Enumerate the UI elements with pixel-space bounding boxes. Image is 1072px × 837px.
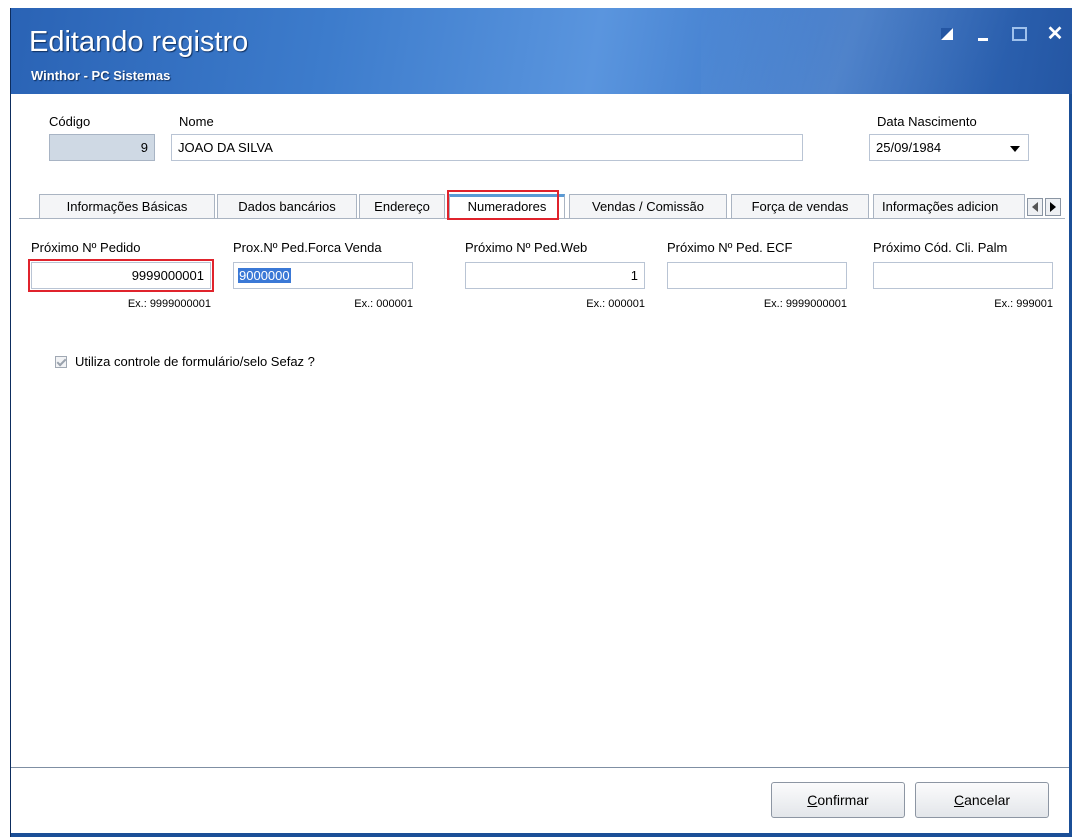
nome-field[interactable]: JOAO DA SILVA [171,134,803,161]
window-controls: ✕ [939,23,1064,45]
editor-window: Editando registro Winthor - PC Sistemas … [10,8,1072,837]
tab-scroll-right[interactable] [1045,198,1061,216]
restore-icon [941,28,953,40]
arrow-left-icon [1032,202,1038,212]
tab-dados-bancarios[interactable]: Dados bancários [217,194,357,218]
cli-palm-example: Ex.: 999001 [994,298,1053,310]
close-icon: ✕ [1046,23,1064,45]
nascimento-label: Data Nascimento [877,114,977,129]
tab-divider [19,218,1065,219]
tab-endereco[interactable]: Endereço [359,194,445,218]
tab-numeradores[interactable]: Numeradores [449,194,565,218]
window-body: Código 9 Nome JOAO DA SILVA Data Nascime… [11,94,1069,833]
nascimento-dropdown[interactable]: 25/09/1984 [869,134,1029,161]
maximize-button[interactable] [1011,26,1027,42]
proximo-pedido-input[interactable]: 9999000001 [31,262,211,289]
confirmar-mnemonic: C [807,792,818,808]
sefaz-checkbox-label: Utiliza controle de formulário/selo Sefa… [75,354,315,369]
forca-venda-value: 9000000 [238,268,291,283]
forca-venda-input[interactable]: 9000000 [233,262,413,289]
confirmar-button[interactable]: Confirmar [771,782,905,818]
minimize-button[interactable] [975,26,991,42]
tab-vendas-comissao[interactable]: Vendas / Comissão [569,194,727,218]
window-title: Editando registro [29,26,249,58]
restore-button[interactable] [939,26,955,42]
sefaz-checkbox[interactable] [55,356,67,368]
minimize-icon [978,37,988,41]
confirmar-label: onfirmar [817,792,869,808]
chevron-down-icon [1010,146,1020,152]
cli-palm-input[interactable] [873,262,1053,289]
codigo-label: Código [49,114,91,129]
proximo-pedido-label: Próximo Nº Pedido [31,240,141,255]
tab-informacoes-basicas[interactable]: Informações Básicas [39,194,215,218]
cli-palm-label: Próximo Cód. Cli. Palm [873,240,1008,255]
window-subtitle: Winthor - PC Sistemas [31,68,171,83]
forca-venda-example: Ex.: 000001 [354,298,413,310]
close-button[interactable]: ✕ [1046,23,1064,45]
cancelar-mnemonic: C [953,792,965,808]
codigo-field[interactable]: 9 [49,134,155,161]
nome-label: Nome [179,114,214,129]
pedido-web-example: Ex.: 000001 [586,298,645,310]
tab-informacoes-adicionais[interactable]: Informações adicion [873,194,1025,218]
pedido-ecf-example: Ex.: 9999000001 [763,298,847,310]
cancelar-button[interactable]: Cancelar [915,782,1049,818]
forca-venda-label: Prox.Nº Ped.Forca Venda [233,240,382,255]
tab-scroll-left[interactable] [1027,198,1043,216]
pedido-web-input[interactable]: 1 [465,262,645,289]
cancelar-label: ancelar [964,792,1011,808]
proximo-pedido-example: Ex.: 9999000001 [127,298,211,310]
tab-forca-de-vendas[interactable]: Força de vendas [731,194,869,218]
nascimento-value: 25/09/1984 [876,140,942,155]
title-bar-sheen [701,8,1072,94]
pedido-ecf-input[interactable] [667,262,847,289]
tab-strip: Informações Básicas Dados bancários Ende… [19,194,1065,218]
title-bar[interactable]: Editando registro Winthor - PC Sistemas … [11,8,1072,94]
pedido-web-label: Próximo Nº Ped.Web [465,240,588,255]
arrow-right-icon [1050,202,1056,212]
bottom-divider [11,767,1069,768]
maximize-icon [1011,27,1027,41]
pedido-ecf-label: Próximo Nº Ped. ECF [667,240,793,255]
